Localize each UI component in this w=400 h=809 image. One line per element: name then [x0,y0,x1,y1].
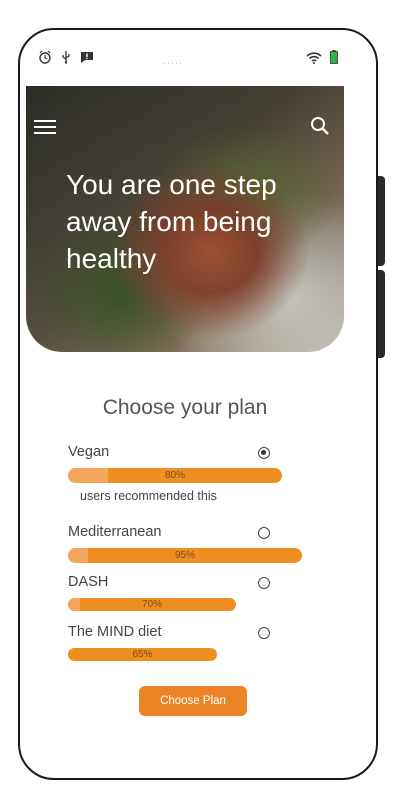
menu-icon[interactable] [34,120,56,136]
usb-icon [60,50,72,69]
hero-banner: You are one step away from being healthy [26,86,344,352]
power-button [378,270,385,358]
plan-item-mediterranean[interactable]: Mediterranean 95% [68,524,308,566]
plan-note: users recommended this [80,489,217,503]
choose-plan-button[interactable]: Choose Plan [139,686,247,716]
plan-percent: 95% [174,550,195,561]
plan-progress-bar: 95% [68,548,302,563]
hero-title: You are one step away from being healthy [66,169,277,274]
plan-percent: 70% [141,599,162,610]
speaker-grille: ····· [163,58,183,68]
alarm-icon [38,50,52,69]
plan-percent: 80% [164,470,185,481]
plan-item-dash[interactable]: DASH 70% [68,574,308,616]
wifi-icon [306,51,322,69]
message-icon [80,51,94,69]
plan-name: The MIND diet [68,624,162,640]
plan-item-vegan[interactable]: Vegan 80% users recommended this [68,444,308,514]
volume-button [378,176,385,266]
status-bar: ····· [20,50,376,72]
plan-progress-bar: 65% [68,648,217,661]
plan-radio-mediterranean[interactable] [258,527,270,539]
plan-progress-bar: 70% [68,598,236,611]
plan-item-mind[interactable]: The MIND diet 65% [68,624,308,666]
plan-radio-vegan[interactable] [258,447,270,459]
plan-percent: 65% [132,649,153,660]
plan-name: DASH [68,574,109,590]
plan-name: Vegan [68,444,110,460]
plan-radio-dash[interactable] [258,577,270,589]
section-heading: Choose your plan [102,396,268,419]
plan-radio-mind[interactable] [258,627,270,639]
battery-icon [330,50,338,69]
plan-name: Mediterranean [68,524,162,540]
phone-frame: ····· You are one step away from being h… [18,28,378,780]
plan-progress-bar: 80% [68,468,282,483]
search-icon[interactable] [310,116,330,141]
